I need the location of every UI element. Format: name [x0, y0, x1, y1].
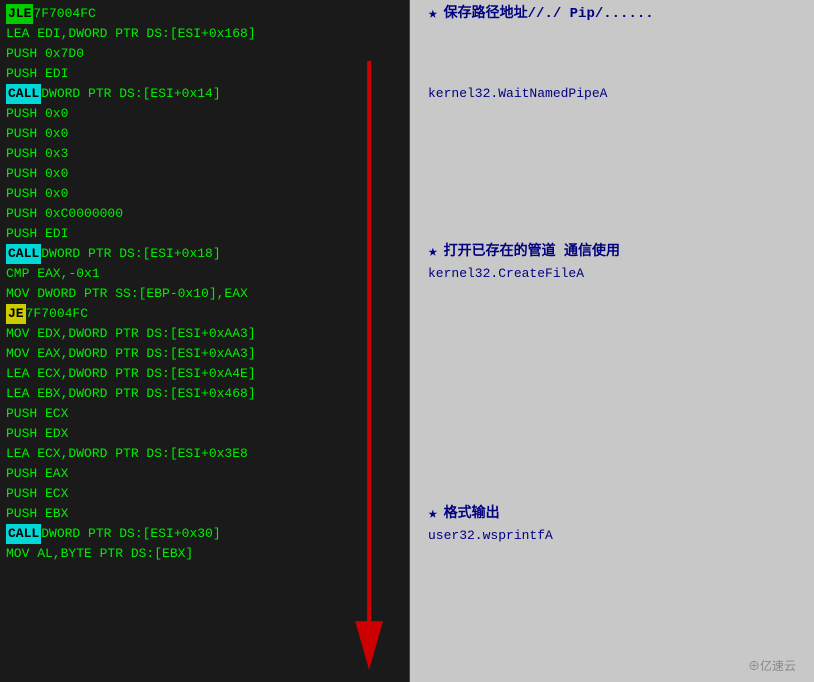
je-keyword: JE — [6, 304, 26, 324]
code-text: 7F7004FC — [33, 4, 95, 24]
watermark: ⊕亿速云 — [748, 657, 796, 674]
api-name-3: kernel32.CreateFileA — [428, 266, 584, 281]
call-keyword: CALL — [6, 84, 41, 104]
code-text: PUSH 0x0 — [6, 164, 68, 184]
annotation-panel: ★ 保存路径地址//./ Pip/...... kernel32.WaitNam… — [410, 0, 814, 682]
code-text: LEA ECX,DWORD PTR DS:[ESI+0xA4E — [6, 364, 248, 384]
code-text: MOV EDX,DWORD PTR DS:[ESI+0xAA3 — [6, 324, 248, 344]
code-text: DWORD PTR DS:[ESI+0x18] — [41, 244, 220, 264]
annotation-4: ★ 格式输出 user32.wsprintfA — [428, 504, 553, 546]
code-text: ] — [248, 324, 256, 344]
code-line-22: LEA ECX,DWORD PTR DS:[ESI+0x3E8 — [6, 444, 403, 464]
code-line-12: CALL DWORD PTR DS:[ESI+0x18] — [6, 244, 403, 264]
code-line-10: PUSH 0xC0000000 — [6, 204, 403, 224]
code-text: PUSH 0x0 — [6, 184, 68, 204]
code-text: PUSH EDI — [6, 64, 68, 84]
code-text: MOV DWORD PTR SS:[EBP-0x10],EAX — [6, 284, 248, 304]
annotation-2: kernel32.WaitNamedPipeA — [428, 84, 607, 104]
code-text: 7F7004FC — [26, 304, 88, 324]
code-line-17: MOV EAX,DWORD PTR DS:[ESI+0xAA3] — [6, 344, 403, 364]
api-name-1: kernel32.WaitNamedPipeA — [428, 86, 607, 101]
code-line-5: PUSH 0x0 — [6, 104, 403, 124]
code-line-21: PUSH EDX — [6, 424, 403, 444]
code-text: PUSH ECX — [6, 484, 68, 504]
code-text: PUSH 0x0 — [6, 124, 68, 144]
code-text: MOV AL,BYTE PTR DS:[EBX] — [6, 544, 193, 564]
code-line-24: PUSH ECX — [6, 484, 403, 504]
code-text: PUSH ECX — [6, 404, 68, 424]
code-text: PUSH 0x0 — [6, 104, 68, 124]
assembly-panel: JLE 7F7004FCLEA EDI,DWORD PTR DS:[ESI+0x… — [0, 0, 410, 682]
star-icon-1: ★ — [428, 4, 438, 24]
code-line-15: JE 7F7004FC — [6, 304, 403, 324]
code-text: PUSH EBX — [6, 504, 68, 524]
annotation-1: ★ 保存路径地址//./ Pip/...... — [428, 4, 654, 24]
code-line-19: LEA EBX,DWORD PTR DS:[ESI+0x468] — [6, 384, 403, 404]
code-line-27: MOV AL,BYTE PTR DS:[EBX] — [6, 544, 403, 564]
code-line-25: PUSH EBX — [6, 504, 403, 524]
jle-keyword: JLE — [6, 4, 33, 24]
code-text: ] — [248, 384, 256, 404]
code-line-13: CMP EAX,-0x1 — [6, 264, 403, 284]
code-text: LEA EBX,DWORD PTR DS:[ESI+0x468 — [6, 384, 248, 404]
call-keyword: CALL — [6, 524, 41, 544]
code-text: PUSH 0x3 — [6, 144, 68, 164]
annotation-text-1: 保存路径地址//./ Pip/...... — [444, 4, 654, 24]
code-text: LEA ECX,DWORD PTR DS:[ESI+0x3E8 — [6, 444, 248, 464]
code-line-3: PUSH EDI — [6, 64, 403, 84]
code-line-0: JLE 7F7004FC — [6, 4, 403, 24]
code-line-8: PUSH 0x0 — [6, 164, 403, 184]
code-text: CMP EAX,-0x1 — [6, 264, 100, 284]
code-text: PUSH EAX — [6, 464, 68, 484]
code-line-11: PUSH EDI — [6, 224, 403, 244]
code-text: PUSH EDX — [6, 424, 68, 444]
annotation-3: ★ 打开已存在的管道 通信使用 kernel32.CreateFileA — [428, 242, 620, 284]
code-line-6: PUSH 0x0 — [6, 124, 403, 144]
code-line-9: PUSH 0x0 — [6, 184, 403, 204]
code-text: DWORD PTR DS:[ESI+0x14] — [41, 84, 220, 104]
code-line-14: MOV DWORD PTR SS:[EBP-0x10],EAX — [6, 284, 403, 304]
code-text: DWORD PTR DS:[ESI+0x30] — [41, 524, 220, 544]
code-text: PUSH EDI — [6, 224, 68, 244]
code-line-16: MOV EDX,DWORD PTR DS:[ESI+0xAA3] — [6, 324, 403, 344]
code-text: LEA EDI,DWORD PTR DS:[ESI+0x168] — [6, 24, 256, 44]
code-line-20: PUSH ECX — [6, 404, 403, 424]
code-line-4: CALL DWORD PTR DS:[ESI+0x14] — [6, 84, 403, 104]
annotation-text-4: 格式输出 — [444, 504, 500, 524]
code-text: ] — [248, 344, 256, 364]
code-line-1: LEA EDI,DWORD PTR DS:[ESI+0x168] — [6, 24, 403, 44]
star-icon-4: ★ — [428, 504, 438, 524]
code-line-7: PUSH 0x3 — [6, 144, 403, 164]
code-line-26: CALL DWORD PTR DS:[ESI+0x30] — [6, 524, 403, 544]
code-line-18: LEA ECX,DWORD PTR DS:[ESI+0xA4E] — [6, 364, 403, 384]
annotation-text-3: 打开已存在的管道 通信使用 — [444, 242, 620, 262]
star-icon-3: ★ — [428, 242, 438, 262]
api-name-4: user32.wsprintfA — [428, 528, 553, 543]
code-text: ] — [248, 364, 256, 384]
code-text: PUSH 0x7D0 — [6, 44, 84, 64]
code-text: MOV EAX,DWORD PTR DS:[ESI+0xAA3 — [6, 344, 248, 364]
call-keyword: CALL — [6, 244, 41, 264]
code-text: PUSH 0xC0000000 — [6, 204, 123, 224]
code-line-23: PUSH EAX — [6, 464, 403, 484]
code-line-2: PUSH 0x7D0 — [6, 44, 403, 64]
